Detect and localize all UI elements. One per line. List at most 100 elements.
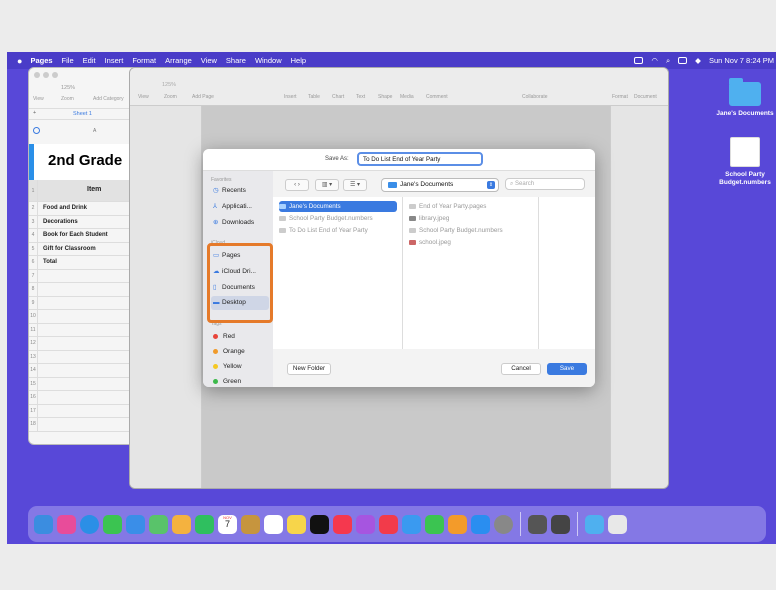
safari-icon[interactable]	[80, 514, 99, 534]
row-number[interactable]: 13	[29, 350, 38, 363]
cell-item[interactable]: Total	[43, 259, 57, 265]
menu-window[interactable]: Window	[255, 56, 282, 65]
cell-item[interactable]: Gift for Classroom	[43, 246, 96, 252]
wifi-icon[interactable]: ◠	[651, 56, 658, 65]
apple-icon[interactable]: ●	[17, 56, 22, 66]
column-a-label[interactable]: A	[93, 128, 96, 134]
menu-view[interactable]: View	[201, 56, 217, 65]
maps-icon[interactable]	[149, 514, 168, 534]
app-store-icon[interactable]	[471, 514, 490, 534]
desktop-folder-janes-documents[interactable]: Jane's Documents	[715, 78, 775, 118]
toolbar-insert[interactable]: Insert	[284, 94, 297, 100]
cell-item[interactable]: Book for Each Student	[43, 232, 108, 238]
tab-sheet-1[interactable]: Sheet 1	[73, 111, 92, 117]
apple-tv-icon[interactable]	[310, 514, 329, 534]
file-row[interactable]: End of Year Party.pages	[409, 201, 529, 212]
toolbar-chart[interactable]: Chart	[332, 94, 344, 100]
add-sheet-icon[interactable]: +	[33, 110, 36, 116]
cancel-button[interactable]: Cancel	[501, 363, 541, 375]
search-field[interactable]: ⌕ Search	[505, 178, 585, 190]
control-center-icon[interactable]	[678, 57, 688, 64]
toolbar-table[interactable]: Table	[308, 94, 320, 100]
row-number[interactable]: 12	[29, 337, 38, 350]
menu-help[interactable]: Help	[291, 56, 306, 65]
tag-green[interactable]: Green	[211, 375, 269, 387]
cell-item[interactable]: Food and Drink	[43, 205, 87, 211]
downloads-folder-icon[interactable]	[585, 514, 604, 534]
toolbar-view[interactable]: View	[33, 96, 44, 102]
view-columns-icon[interactable]: ▥ ▾	[315, 179, 339, 191]
search-icon[interactable]: ⌕	[666, 56, 670, 66]
mail-icon[interactable]	[126, 514, 145, 534]
file-row[interactable]: library.jpeg	[409, 213, 529, 224]
desktop-file-budget[interactable]: School Party Budget.numbers	[715, 137, 775, 187]
row-number[interactable]: 14	[29, 364, 38, 377]
row-number[interactable]: 5	[29, 242, 38, 255]
reminders-icon[interactable]	[264, 514, 283, 534]
pages-icon[interactable]	[448, 514, 467, 534]
row-number[interactable]: 7	[29, 269, 38, 282]
group-icon[interactable]: ☰ ▾	[343, 179, 367, 191]
toolbar-zoom[interactable]: Zoom	[61, 96, 74, 102]
filename-input[interactable]: To Do List End of Year Party	[357, 152, 483, 166]
system-preferences-icon[interactable]	[494, 514, 513, 534]
launchpad-icon[interactable]	[57, 514, 76, 534]
minimize-button[interactable]	[43, 72, 49, 78]
calculator-icon[interactable]	[551, 514, 570, 534]
toolbar-document[interactable]: Document	[634, 94, 657, 100]
news-icon[interactable]	[379, 514, 398, 534]
menu-pages[interactable]: Pages	[30, 56, 52, 65]
trash-icon[interactable]	[608, 514, 627, 534]
row-number[interactable]: 11	[29, 323, 38, 336]
tag-orange[interactable]: Orange	[211, 345, 269, 359]
photos-icon[interactable]	[172, 514, 191, 534]
clock[interactable]: Sun Nov 7 8:24 PM	[709, 56, 774, 65]
battery-icon[interactable]	[634, 57, 644, 64]
zoom-button[interactable]	[52, 72, 58, 78]
toolbar-zoom[interactable]: Zoom	[164, 94, 177, 100]
keynote-icon[interactable]	[402, 514, 421, 534]
file-row[interactable]: School Party Budget.numbers	[279, 213, 399, 224]
row-number[interactable]: 2	[29, 202, 38, 215]
toolbar-shape[interactable]: Shape	[378, 94, 392, 100]
toolbar-add-page[interactable]: Add Page	[192, 94, 214, 100]
toolbar-format[interactable]: Format	[612, 94, 628, 100]
toolbar-text[interactable]: Text	[356, 94, 365, 100]
numbers-icon[interactable]	[425, 514, 444, 534]
menu-edit[interactable]: Edit	[83, 56, 96, 65]
menu-format[interactable]: Format	[132, 56, 156, 65]
file-row[interactable]: school.jpeg	[409, 237, 529, 248]
toolbar-view[interactable]: View	[138, 94, 149, 100]
calendar-icon[interactable]: NOV 7	[218, 514, 237, 534]
row-number[interactable]: 16	[29, 391, 38, 404]
toolbar-comment[interactable]: Comment	[426, 94, 448, 100]
save-button[interactable]: Save	[547, 363, 587, 375]
messages-icon[interactable]	[103, 514, 122, 534]
toolbar-add-category[interactable]: Add Category	[93, 96, 124, 102]
zoom-value[interactable]: 125%	[61, 85, 75, 91]
finder-icon[interactable]	[34, 514, 53, 534]
close-button[interactable]	[34, 72, 40, 78]
tag-red[interactable]: Red	[211, 330, 269, 344]
row-number[interactable]: 15	[29, 377, 38, 390]
toolbar-media[interactable]: Media	[400, 94, 414, 100]
contacts-icon[interactable]	[241, 514, 260, 534]
podcasts-icon[interactable]	[356, 514, 375, 534]
file-row-janes-documents[interactable]: Jane's Documents	[279, 201, 397, 212]
row-number[interactable]: 9	[29, 296, 38, 309]
cell-item[interactable]: Decorations	[43, 219, 78, 225]
menu-arrange[interactable]: Arrange	[165, 56, 192, 65]
row-number[interactable]: 4	[29, 229, 38, 242]
toolbar-collaborate[interactable]: Collaborate	[522, 94, 548, 100]
menu-file[interactable]: File	[62, 56, 74, 65]
sidebar-item-downloads[interactable]: ⊕ Downloads	[211, 216, 269, 230]
menu-insert[interactable]: Insert	[105, 56, 124, 65]
new-folder-button[interactable]: New Folder	[287, 363, 331, 375]
facetime-icon[interactable]	[195, 514, 214, 534]
sidebar-item-recents[interactable]: ◷ Recents	[211, 184, 269, 198]
row-number[interactable]: 10	[29, 310, 38, 323]
file-row[interactable]: School Party Budget.numbers	[409, 225, 529, 236]
row-number[interactable]: 17	[29, 404, 38, 417]
row-number[interactable]: 3	[29, 215, 38, 228]
row-number[interactable]: 6	[29, 256, 38, 269]
